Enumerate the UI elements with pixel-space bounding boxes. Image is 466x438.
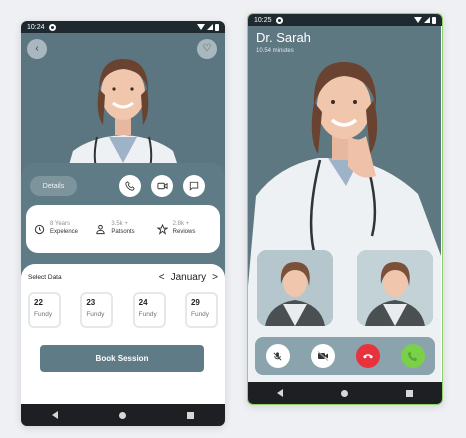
stat-label: Reviows: [172, 229, 196, 235]
wifi-icon: [414, 17, 422, 23]
nav-recent-icon[interactable]: [187, 411, 195, 419]
date-card[interactable]: 23 Fundy: [80, 292, 114, 328]
video-call-screen: 10:25 Dr. Sarah 10.54 minutes: [247, 13, 443, 405]
nav-home-icon[interactable]: [118, 411, 126, 419]
booking-section: Select Data < January > 22 Fundy 23 Fund…: [21, 264, 225, 404]
star-icon: [156, 223, 168, 235]
signal-icon: [424, 17, 430, 23]
call-button[interactable]: [119, 175, 141, 197]
prev-month-button[interactable]: <: [159, 272, 165, 283]
date-weekday: Fundy: [34, 311, 53, 318]
doctor-profile-screen: 10:24 ‹ ♡ Details 8 Years Expelence 3.5k…: [21, 21, 225, 426]
system-nav-bar: [248, 382, 442, 404]
battery-icon: [215, 23, 219, 31]
doctor-name: Dr. Sarah: [256, 30, 311, 45]
accept-call-button[interactable]: [400, 344, 425, 368]
favorite-button[interactable]: ♡: [197, 39, 217, 59]
participant-thumbnail[interactable]: [257, 250, 333, 326]
camera-off-button[interactable]: [310, 344, 335, 368]
date-list: 22 Fundy 23 Fundy 24 Fundy 29 Fundy: [28, 292, 218, 328]
stats-card: 8 Years Expelence 3.5k + Patsonts 2.8k +…: [26, 205, 220, 253]
self-view-thumbnail[interactable]: [357, 250, 433, 326]
date-weekday: Fundy: [190, 311, 210, 318]
video-call-button[interactable]: [151, 175, 173, 197]
details-tab[interactable]: Details: [30, 176, 77, 196]
back-icon: ‹: [35, 43, 39, 54]
notification-icon: [48, 23, 56, 31]
date-weekday: Fundy: [86, 311, 105, 318]
remote-video: Dr. Sarah 10.54 minutes: [248, 26, 441, 384]
nav-home-icon[interactable]: [341, 389, 348, 397]
stat-value: 8 Years: [50, 221, 71, 228]
end-call-button[interactable]: [355, 344, 380, 368]
date-header: Select Data < January >: [28, 272, 218, 283]
mic-off-icon: [273, 351, 282, 360]
stat-experience: 8 Years Expelence: [34, 221, 89, 237]
phone-icon: [407, 351, 418, 361]
call-controls: [255, 337, 435, 375]
month-label: January: [170, 272, 207, 283]
nav-back-icon[interactable]: [51, 411, 58, 419]
status-bar: 10:25: [248, 14, 442, 26]
call-duration: 10.54 minutes: [256, 48, 294, 54]
system-nav-bar: [21, 404, 225, 426]
nav-recent-icon[interactable]: [406, 389, 413, 397]
book-session-button[interactable]: Book Session: [40, 345, 204, 372]
stat-label: Patsonts: [111, 229, 135, 235]
date-card[interactable]: 24 Fundy: [132, 292, 166, 328]
nav-back-icon[interactable]: [277, 389, 283, 397]
stat-patients: 3.5k + Patsonts: [95, 221, 150, 237]
video-off-icon: [317, 351, 328, 361]
clock-icon: [34, 224, 45, 234]
next-month-button[interactable]: >: [212, 272, 218, 283]
stat-reviews: 2.8k + Reviows: [156, 221, 212, 237]
mute-button[interactable]: [265, 344, 290, 368]
date-day: 23: [86, 298, 96, 307]
date-weekday: Fundy: [138, 311, 157, 318]
status-time: 10:24: [27, 23, 45, 31]
doctor-video-illustration: [248, 26, 441, 384]
battery-icon: [432, 16, 436, 24]
back-button[interactable]: ‹: [27, 39, 47, 59]
heart-icon: ♡: [202, 43, 212, 54]
date-card[interactable]: 22 Fundy: [28, 292, 61, 328]
date-day: 24: [138, 298, 148, 307]
stat-label: Expelence: [50, 229, 79, 235]
signal-icon: [207, 24, 213, 30]
status-time: 10:25: [254, 16, 272, 24]
date-card[interactable]: 29 Fundy: [184, 292, 218, 328]
chat-icon: [189, 181, 199, 191]
notification-icon: [275, 16, 283, 24]
message-button[interactable]: [183, 175, 205, 197]
self-view-illustration: [357, 250, 433, 326]
stat-value: 2.8k +: [172, 221, 190, 228]
date-day: 29: [190, 298, 200, 307]
hang-up-icon: [362, 354, 373, 359]
video-icon: [156, 182, 168, 190]
date-day: 22: [34, 298, 43, 307]
select-date-label: Select Data: [28, 274, 62, 281]
stat-value: 3.5k +: [111, 221, 128, 228]
person-icon: [96, 224, 105, 234]
wifi-icon: [197, 24, 205, 30]
participant-illustration: [257, 250, 333, 326]
status-bar: 10:24: [21, 21, 225, 33]
phone-icon: [125, 181, 135, 191]
